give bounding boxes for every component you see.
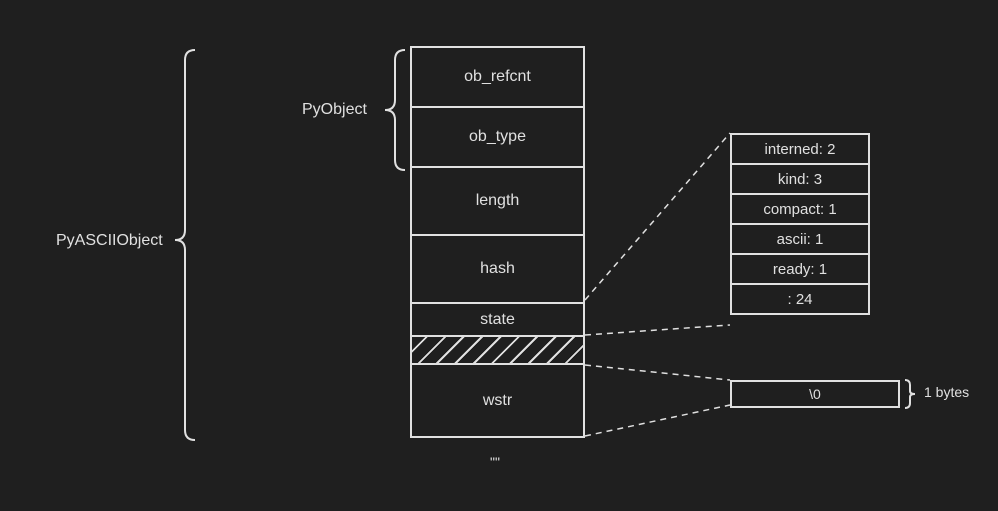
field-state: state [410, 302, 585, 337]
field-padding [410, 335, 585, 365]
label-outer-struct: PyASCIIObject [56, 232, 163, 250]
field-length: length [410, 166, 585, 236]
field-ob-refcnt: ob_refcnt [410, 46, 585, 108]
state-compact: compact: 1 [730, 193, 870, 225]
label-caption: "" [490, 454, 500, 470]
label-bytes-note: 1 bytes [924, 384, 969, 400]
label-inner-struct: PyObject [302, 101, 367, 119]
state-ascii: ascii: 1 [730, 223, 870, 255]
diagram-stage: { "labels": { "outer": "PyASCIIObject", … [0, 0, 998, 511]
state-extra: : 24 [730, 283, 870, 315]
field-hash: hash [410, 234, 585, 304]
field-wstr: wstr [410, 363, 585, 438]
state-interned: interned: 2 [730, 133, 870, 165]
wstr-memory: \0 [730, 380, 900, 408]
field-ob-type: ob_type [410, 106, 585, 168]
state-kind: kind: 3 [730, 163, 870, 195]
state-ready: ready: 1 [730, 253, 870, 285]
